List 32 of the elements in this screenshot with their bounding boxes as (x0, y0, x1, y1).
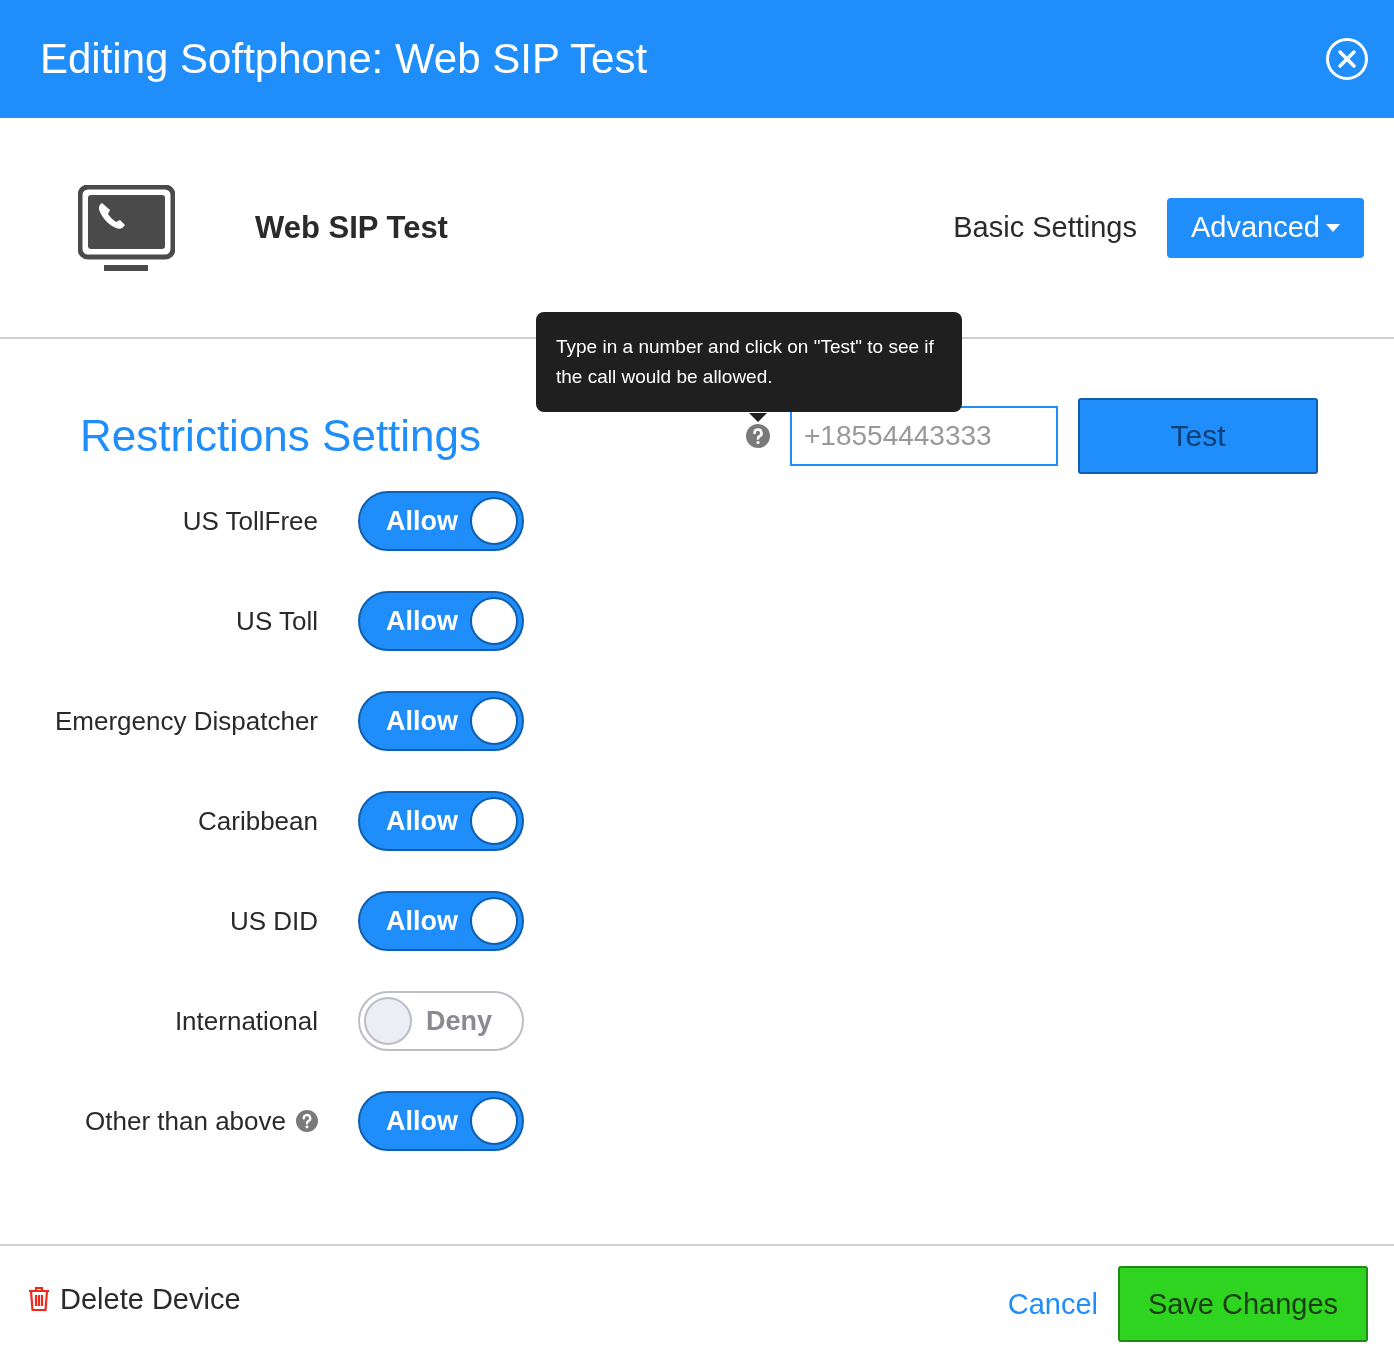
caret-icon (1326, 223, 1340, 232)
dropdown-tab[interactable]: Advanced (1167, 197, 1364, 258)
number-field[interactable]: +18554443333 (790, 405, 1058, 466)
restriction-label: Caribbean (198, 805, 318, 837)
help-icon[interactable] (746, 423, 770, 448)
restriction-label: Emergency Dispatcher (55, 705, 318, 737)
tooltip: Type in a number and click on "Test" to see if the call would be allowed. (536, 311, 962, 412)
close-button[interactable] (1326, 38, 1368, 80)
restriction-label: International (174, 1005, 318, 1037)
toggle-switch[interactable]: Deny (358, 991, 524, 1051)
settings-tab[interactable]: Basic Settings (929, 197, 1161, 258)
toggle-switch[interactable]: Allow (358, 491, 524, 551)
restriction-label: US Toll (236, 605, 318, 637)
toggle-switch[interactable]: Allow (358, 791, 524, 851)
toggle-switch[interactable]: Allow (358, 891, 524, 951)
toggle-switch[interactable]: Allow (358, 691, 524, 751)
save-button[interactable]: Save Changes (1118, 1266, 1368, 1342)
dialog-title: Editing Softphone: Web SIP Test (40, 35, 648, 83)
cancel-link[interactable]: Cancel (1007, 1287, 1098, 1321)
trash-icon (28, 1286, 50, 1312)
device-name: Web SIP Test (255, 209, 449, 246)
monitor-phone-icon (78, 184, 175, 271)
delete-button[interactable]: Delete Device (28, 1282, 241, 1316)
test-button[interactable]: Test (1078, 397, 1318, 474)
toggle-switch[interactable]: Allow (358, 591, 524, 651)
section-title: Restrictions Settings (80, 410, 483, 461)
restriction-label: Other than above (85, 1105, 286, 1137)
restriction-label: US DID (229, 905, 318, 937)
help-icon[interactable] (296, 1110, 318, 1132)
close-icon (1336, 48, 1358, 70)
restriction-label: US TollFree (182, 505, 318, 537)
toggle-switch[interactable]: Allow (358, 1091, 524, 1151)
